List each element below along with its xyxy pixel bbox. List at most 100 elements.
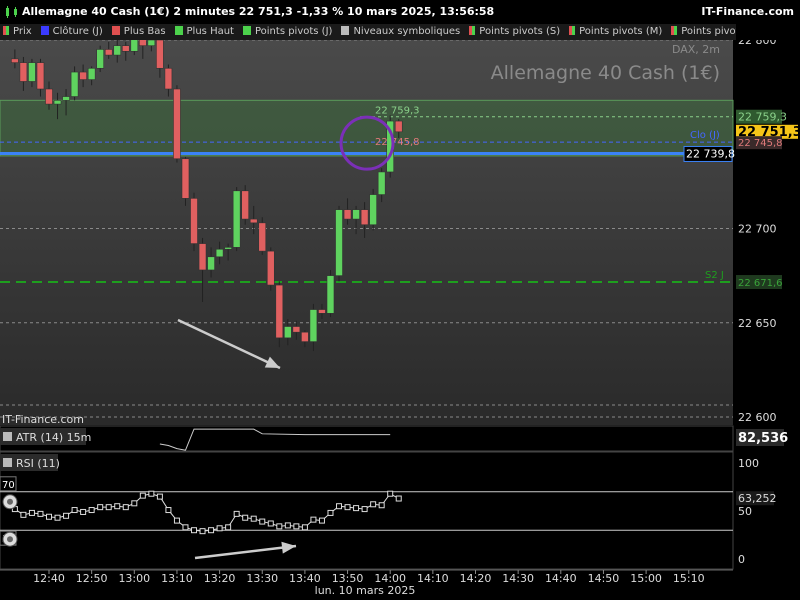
candle-2 (28, 62, 36, 82)
rsi-point-14 (131, 500, 138, 507)
time-tick-label: 14:50 (588, 572, 620, 585)
rsi-point-26 (233, 510, 240, 517)
candle-26 (232, 190, 241, 248)
legend-item-7[interactable]: Points pivots (M) (566, 24, 662, 40)
close-level-name: Clo (J) (690, 130, 720, 141)
time-tick-label: 12:50 (76, 572, 108, 585)
candle-24 (215, 248, 224, 258)
candle-37 (326, 275, 335, 314)
rsi-toggle-icon (3, 458, 12, 467)
close-price-tag: 22 745,8 (738, 138, 783, 149)
time-tick-label: 13:30 (246, 572, 278, 585)
candle-17 (156, 40, 164, 69)
rsi-point-45 (395, 495, 402, 502)
price-tick-label: 22 800 (738, 40, 777, 47)
rsi-point-28 (250, 515, 257, 522)
candle-9 (87, 67, 96, 80)
rsi-point-8 (80, 508, 87, 515)
atr-panel-bg (0, 425, 734, 452)
candle-28 (249, 218, 258, 224)
candle-29 (258, 222, 267, 252)
rsi-last-value: 63,252 (738, 492, 777, 505)
candle-31 (275, 284, 284, 339)
price-tick-label: 22 650 (738, 317, 777, 330)
rsi-point-20 (182, 524, 189, 531)
rsi-point-6 (63, 512, 70, 519)
legend-item-6[interactable]: Points pivots (S) (466, 24, 560, 40)
rsi-point-22 (199, 528, 206, 535)
time-tick-label: 14:20 (460, 572, 492, 585)
rsi-point-30 (267, 520, 274, 527)
rsi-point-35 (310, 516, 317, 523)
legend-item-8[interactable]: Points pivots (A) (668, 24, 736, 40)
candle-12 (113, 45, 122, 56)
candle-10 (96, 49, 104, 69)
rsi-point-34 (301, 524, 308, 531)
watermark-source: IT-Finance.com (2, 413, 84, 426)
title-bar: Allemagne 40 Cash (1€) 2 minutes 22 751,… (0, 0, 800, 24)
legend-item-5[interactable]: Niveaux symboliques (338, 24, 460, 40)
brand-link[interactable]: IT-Finance.com (701, 0, 794, 24)
rsi-point-27 (242, 514, 249, 521)
rsi-level-tag-70: 70 (2, 480, 15, 491)
candle-22 (198, 243, 207, 271)
chart-area: 22 800 22 700 22 650 22 600 Clo (J) S2 J Allem… (0, 40, 800, 600)
time-tick-label: 15:10 (673, 572, 705, 585)
rsi-point-43 (378, 502, 385, 509)
rsi-tick-label: 50 (738, 505, 752, 518)
close-annotation: 22 745,8 (375, 137, 420, 148)
rsi-point-25 (225, 524, 232, 531)
legend-item-4[interactable]: Points pivots (J) (240, 24, 332, 40)
rsi-point-15 (139, 492, 146, 499)
rsi-point-13 (122, 504, 129, 511)
rsi-point-24 (216, 525, 223, 532)
rsi-point-41 (361, 506, 368, 513)
rsi-point-44 (387, 490, 394, 497)
candle-4 (45, 88, 53, 105)
rsi-point-32 (284, 522, 291, 529)
rsi-tick-label: 0 (738, 553, 745, 566)
candle-25 (224, 247, 232, 250)
candle-41 (360, 209, 369, 226)
rsi-point-10 (97, 504, 104, 511)
rsi-point-12 (114, 503, 121, 510)
legend-item-0[interactable]: Prix (0, 24, 32, 40)
rsi-point-5 (54, 514, 61, 521)
rsi-point-29 (259, 518, 266, 525)
watermark-instrument: Allemagne 40 Cash (1€) (491, 62, 720, 84)
candle-0 (11, 58, 19, 63)
rsi-point-21 (191, 527, 198, 534)
indicator-legend: Prix Clôture (J) Plus Bas Plus Haut Points p… (0, 24, 736, 40)
rsi-point-42 (370, 501, 377, 508)
candle-42 (369, 194, 377, 226)
pivot-zone (0, 99, 734, 157)
candle-30 (266, 250, 275, 286)
rsi-point-33 (293, 523, 300, 530)
high-price-tag: 22 759,3 (738, 111, 787, 124)
rsi-point-4 (46, 513, 52, 520)
candle-7 (70, 71, 79, 97)
legend-item-1[interactable]: Clôture (J) (38, 24, 103, 40)
legend-item-2[interactable]: Plus Bas (109, 24, 166, 40)
candle-15 (139, 40, 147, 46)
legend-item-3[interactable]: Plus Haut (172, 24, 234, 40)
candle-11 (104, 49, 113, 56)
price-tick-label: 22 600 (738, 411, 777, 424)
rsi-point-1 (20, 511, 27, 518)
candle-39 (343, 209, 352, 220)
candle-8 (79, 71, 87, 80)
time-tick-label: 14:40 (545, 572, 577, 585)
candle-27 (241, 190, 249, 220)
alert-bell-core-1 (7, 536, 13, 543)
candle-13 (121, 45, 130, 52)
rsi-point-36 (318, 517, 325, 524)
candlestick-icon (6, 6, 17, 18)
time-tick-label: 14:30 (502, 572, 534, 585)
candle-34 (301, 331, 309, 342)
time-axis-caption: lun. 10 mars 2025 (315, 584, 416, 597)
atr-panel-title: ATR (14) 15m (16, 431, 91, 444)
prev-close-price-tag: 22 739,8 (686, 147, 735, 160)
candle-38 (335, 209, 343, 276)
candle-35 (309, 309, 318, 342)
candle-3 (36, 62, 45, 90)
